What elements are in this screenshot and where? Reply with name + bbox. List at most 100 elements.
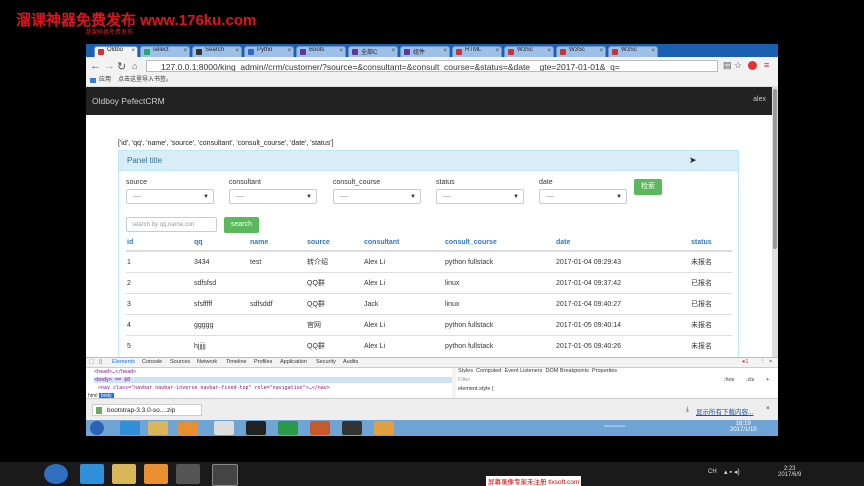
computed-tab[interactable]: Computed [476,368,501,374]
app-icon[interactable] [310,421,330,435]
close-tab-icon[interactable]: × [287,48,291,54]
filter-submit-button[interactable]: 检索 [634,179,662,195]
show-all-downloads-link[interactable]: 显示所有下载内容... [696,406,753,416]
filter-select-consult-course[interactable]: ---- ▼ [333,189,421,204]
column-header-consult-course[interactable]: consult_course [444,234,555,252]
download-item[interactable]: bootstrap-3.3.0-so....zip [92,404,202,416]
devtools-tab-profiles[interactable]: Profiles [254,358,272,367]
home-icon[interactable]: ⌂ [132,61,137,71]
inspect-icon[interactable]: ⬚ [89,358,94,367]
tab-select[interactable]: select × [140,46,190,57]
column-header-source[interactable]: source [306,234,363,252]
forward-arrow-icon[interactable]: → [104,60,115,72]
tab-search[interactable]: Search × [192,46,242,57]
dom-breakpoints-tab[interactable]: DOM Breakpoints [545,368,588,374]
input-method-indicator[interactable]: CH [708,469,717,475]
column-header-date[interactable]: date [555,234,690,252]
tab-w3school-3[interactable]: W3Sc × [608,46,658,57]
filter-select-source[interactable]: ---- ▼ [126,189,214,204]
column-header-qq[interactable]: qq [193,234,249,252]
table-row[interactable]: 1 3434 test 转介绍 Alex Li python fullstack… [126,250,732,273]
bookmark-import[interactable]: 点击这里导入书签。 [118,75,172,86]
navbar-user[interactable]: alex [753,96,766,103]
element-style-rule[interactable]: element.style { [458,386,494,392]
close-shelf-icon[interactable]: × [766,405,770,412]
ie-icon[interactable] [80,464,104,484]
pycharm-icon[interactable] [278,421,298,435]
terminal-icon[interactable] [342,421,362,435]
ie-icon[interactable] [120,421,140,435]
qq-icon[interactable] [246,421,266,435]
tab-w3school-1[interactable]: W3Sc × [504,46,554,57]
recorder-icon[interactable] [212,464,238,486]
close-devtools-icon[interactable]: × [769,358,772,367]
styles-filter-input[interactable]: Filter [458,377,470,383]
filter-select-date[interactable]: ---- ▼ [539,189,627,204]
column-header-status[interactable]: status [690,234,732,252]
bookmark-apps[interactable]: 应用 [99,75,111,86]
column-header-id[interactable]: id [126,234,193,252]
media-player-icon[interactable] [178,421,198,435]
bookmark-star-icon[interactable]: ☆ [734,60,742,71]
chrome-icon[interactable] [214,421,234,435]
devtools-tab-security[interactable]: Security [316,358,336,367]
properties-tab[interactable]: Properties [592,368,617,374]
column-header-consultant[interactable]: consultant [363,234,444,252]
tray-icons[interactable]: ▴ ▪ ◂) [724,468,740,476]
hov-toggle[interactable]: :hov [724,377,734,383]
close-tab-icon[interactable]: × [339,48,343,54]
filter-select-status[interactable]: ---- ▼ [436,189,524,204]
close-tab-icon[interactable]: × [599,48,603,54]
start-orb-icon[interactable] [90,421,104,435]
tab-html[interactable]: HTML × [452,46,502,57]
event-listeners-tab[interactable]: Event Listeners [505,368,543,374]
close-tab-icon[interactable]: × [495,48,499,54]
error-count-badge[interactable]: ●1 [742,358,748,367]
vm-app-icon[interactable] [176,464,200,484]
device-icon[interactable]: ▯ [99,358,102,367]
explorer-folder-icon[interactable] [148,421,168,435]
scrollbar-thumb[interactable] [773,89,777,249]
outer-clock[interactable]: 2:23 2017/6/9 [778,466,801,478]
close-tab-icon[interactable]: × [443,48,447,54]
close-tab-icon[interactable]: × [651,48,655,54]
tab-oldboy[interactable]: Oldbo × [94,46,138,57]
table-row[interactable]: 5 hjjjjj QQ群 Alex Li python fullstack 20… [126,335,732,356]
dom-node-body[interactable]: <body> == $0 [94,377,452,383]
devtools-tab-console[interactable]: Console [142,358,162,367]
media-player-icon[interactable] [144,464,168,484]
devtools-tab-elements[interactable]: Elements [112,358,135,367]
back-arrow-icon[interactable]: ← [90,60,101,72]
tab-python[interactable]: Pytho × [244,46,294,57]
devtools-tab-audits[interactable]: Audits [343,358,358,367]
devtools-tab-sources[interactable]: Sources [170,358,190,367]
devtools-tab-application[interactable]: Application [280,358,307,367]
close-tab-icon[interactable]: × [235,48,239,54]
devtools-tab-timeline[interactable]: Timeline [226,358,247,367]
tab-w3school-2[interactable]: W3Sc × [556,46,606,57]
start-orb-icon[interactable] [44,464,68,484]
extension-icon[interactable] [748,61,757,70]
more-icon[interactable]: ⋮ [760,358,766,367]
search-button[interactable]: search [224,217,259,233]
navbar-brand[interactable]: Oldboy PefectCRM [92,96,165,106]
dom-node-nav[interactable]: <nav class="navbar navbar-inverse navbar… [98,385,330,391]
menu-icon[interactable]: ≡ [764,60,769,70]
close-tab-icon[interactable]: × [131,48,135,54]
dom-node-head[interactable]: <head>…</head> [94,369,136,375]
archive-icon[interactable] [374,421,394,435]
styles-tab[interactable]: Styles [458,368,473,374]
page-scrollbar[interactable] [772,87,778,357]
tray-icons[interactable]: ▫▫▫▫▫▫▫▫▫▫ [604,424,625,430]
cls-toggle[interactable]: .cls [746,377,754,383]
column-header-name[interactable]: name [249,234,306,252]
explorer-folder-icon[interactable] [112,464,136,484]
close-tab-icon[interactable]: × [547,48,551,54]
translate-icon[interactable]: ▤ [723,60,732,71]
tab-components[interactable]: 组件 × [400,46,450,57]
search-input[interactable]: search by qq,name,con [126,217,217,232]
reload-icon[interactable]: ↻ [117,60,126,73]
tab-bootstrap[interactable]: Boots × [296,46,346,57]
inner-clock[interactable]: 16:19 2017/1/10 [730,421,757,433]
url-input[interactable]: 127.0.0.1:8000/king_admin//crm/customer/… [146,60,718,72]
